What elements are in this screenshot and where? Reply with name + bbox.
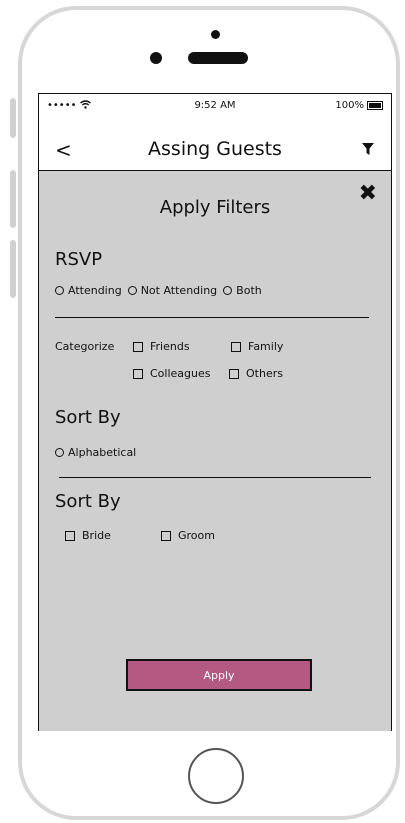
sheet-title: Apply Filters <box>159 197 271 218</box>
apply-button[interactable]: Apply <box>126 659 312 691</box>
category-others[interactable]: Others <box>229 367 283 380</box>
sort-options: Bride Groom <box>65 529 221 542</box>
battery-percent: 100% <box>335 100 364 111</box>
divider <box>59 477 371 478</box>
filter-icon[interactable] <box>361 142 375 156</box>
sort-by-heading: Sort By <box>55 407 121 428</box>
checkbox-icon[interactable] <box>231 341 241 352</box>
page-title: Assing Guests <box>148 138 282 160</box>
checkbox-icon[interactable] <box>65 530 75 541</box>
divider <box>55 317 369 318</box>
category-friends[interactable]: Friends <box>133 340 225 353</box>
rsvp-options: Attending Not Attending Both <box>55 284 268 297</box>
camera-icon <box>150 52 162 64</box>
camera-dot-icon <box>211 30 220 39</box>
radio-icon[interactable] <box>223 286 233 295</box>
sort-option-bride[interactable]: Bride <box>65 529 155 542</box>
nav-bar: < Assing Guests <box>39 134 391 170</box>
speaker-icon <box>188 52 248 64</box>
phone-side-button <box>10 98 16 138</box>
sort-option-alphabetical[interactable]: Alphabetical <box>55 446 136 459</box>
sort-by-heading: Sort By <box>55 491 121 512</box>
battery-indicator: 100% <box>335 100 383 111</box>
checkbox-icon[interactable] <box>229 368 239 379</box>
rsvp-option-not-attending[interactable]: Not Attending <box>127 284 217 297</box>
rsvp-heading: RSVP <box>55 249 103 270</box>
radio-icon[interactable] <box>55 286 64 295</box>
home-button[interactable] <box>188 748 244 804</box>
phone-side-button <box>10 240 16 298</box>
categorize-row-2: Colleagues Others <box>133 367 289 380</box>
rsvp-option-attending[interactable]: Attending <box>55 284 122 297</box>
phone-side-button <box>10 170 16 228</box>
checkbox-icon[interactable] <box>161 530 171 541</box>
radio-icon[interactable] <box>127 286 137 295</box>
rsvp-option-both[interactable]: Both <box>223 284 262 297</box>
radio-icon[interactable] <box>55 448 64 457</box>
filter-sheet: ✖ Apply Filters RSVP Attending Not Atten… <box>39 170 391 731</box>
phone-screen: ••••• 9:52 AM 100% < Assing Guests ✖ App… <box>38 93 392 731</box>
category-colleagues[interactable]: Colleagues <box>133 367 223 380</box>
sort-option-groom[interactable]: Groom <box>161 529 215 542</box>
categorize-row: Categorize Friends Family <box>55 340 289 353</box>
categorize-label: Categorize <box>55 340 115 353</box>
checkbox-icon[interactable] <box>133 368 143 379</box>
category-family[interactable]: Family <box>231 340 283 353</box>
battery-icon <box>367 101 383 110</box>
status-bar: ••••• 9:52 AM 100% <box>39 94 391 120</box>
checkbox-icon[interactable] <box>133 341 143 352</box>
